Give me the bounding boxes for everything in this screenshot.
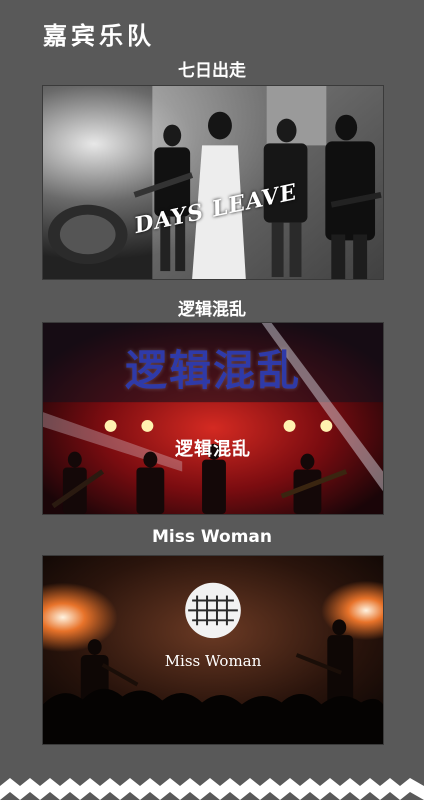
zigzag-border (0, 778, 424, 800)
band-photo-2: 逻辑混乱 逻辑混乱 (42, 322, 384, 515)
band-photo-3: Miss Woman (42, 555, 384, 745)
stage-backdrop-text: 逻辑混乱 (175, 439, 251, 460)
band-logo-2: 逻辑混乱 (124, 346, 301, 395)
band-name-3: Miss Woman (151, 527, 272, 547)
band-name-2: 逻辑混乱 (178, 300, 246, 320)
band-logo-3: Miss Woman (164, 652, 262, 670)
page-title: 嘉宾乐队 (43, 22, 155, 50)
band-name-1: 七日出走 (178, 61, 246, 81)
band-photo-1: DAYS LEAVE (42, 85, 384, 280)
